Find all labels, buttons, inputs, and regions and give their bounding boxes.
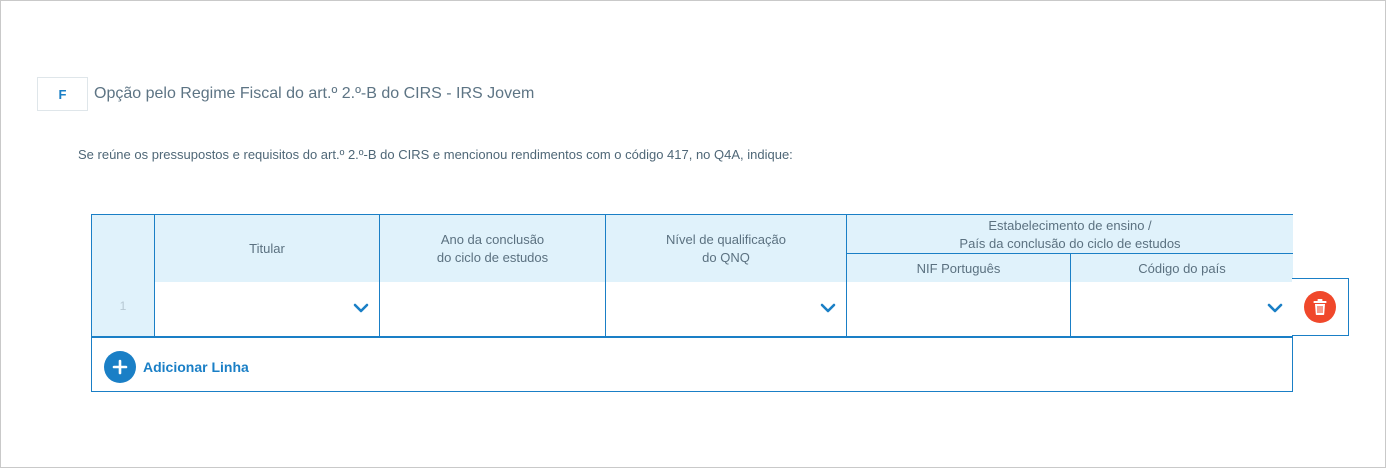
header-estab-line2: País da conclusão do ciclo de estudos [959,236,1181,251]
nivel-qualificacao-select[interactable] [606,282,846,337]
trash-icon [1313,299,1327,315]
grid-divider [846,253,1293,254]
chevron-down-icon [353,303,369,313]
nif-portugues-input[interactable] [847,282,1070,337]
plus-icon [104,351,136,383]
grid-divider [379,215,380,337]
header-ano-conclusao: Ano da conclusão do ciclo de estudos [380,215,605,282]
grid-divider [1070,253,1071,337]
irs-jovem-table: Titular Ano da conclusão do ciclo de est… [91,214,1293,392]
grid-divider [154,215,155,337]
header-nif-portugues: NIF Português [847,254,1070,282]
instruction-text: Se reúne os pressupostos e requisitos do… [78,147,793,162]
titular-select[interactable] [155,282,379,337]
grid-divider [846,215,847,337]
header-nivel-line2: do QNQ [702,250,750,265]
chevron-down-icon [820,303,836,313]
chevron-down-icon [1267,303,1283,313]
header-ano-line1: Ano da conclusão [440,232,545,247]
header-nif-label: NIF Português [916,261,1001,276]
header-titular: Titular [155,215,379,282]
header-nivel-qualificacao: Nível de qualificação do QNQ [606,215,846,282]
header-codigo-pais-label: Código do país [1138,261,1226,276]
header-estabelecimento: Estabelecimento de ensino / País da conc… [847,215,1293,253]
section-letter-badge: F [37,77,88,111]
add-line-label: Adicionar Linha [143,359,249,375]
row-number-cell: 1 [92,215,154,337]
header-titular-label: Titular [249,241,285,256]
section-header: F Opção pelo Regime Fiscal do art.º 2.º-… [37,77,534,111]
add-line-button[interactable]: Adicionar Linha [104,351,249,383]
header-ano-line2: do ciclo de estudos [436,250,549,265]
delete-row-button[interactable] [1304,291,1336,323]
grid-divider [605,215,606,337]
header-codigo-pais: Código do país [1071,254,1293,282]
section-title: Opção pelo Regime Fiscal do art.º 2.º-B … [94,85,535,102]
row-number: 1 [119,299,127,313]
header-nivel-line1: Nível de qualificação [666,232,786,247]
ano-conclusao-input[interactable] [380,282,605,337]
page-frame: F Opção pelo Regime Fiscal do art.º 2.º-… [0,0,1386,468]
codigo-pais-select[interactable] [1071,282,1293,337]
delete-row-cell [1292,278,1349,336]
grid-divider [92,336,1293,338]
header-estab-line1: Estabelecimento de ensino / [988,218,1152,233]
